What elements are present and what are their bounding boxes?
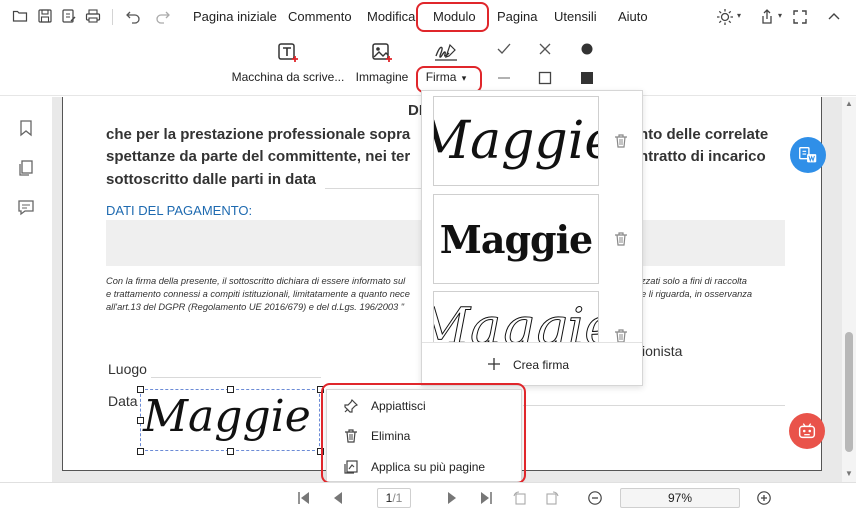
share-chevron-down-icon[interactable]: ▾ [778, 11, 782, 20]
current-page-value: 1 [385, 491, 393, 505]
luogo-underline [151, 377, 321, 378]
divider [112, 9, 113, 25]
page-number-field[interactable]: 1/1 [377, 488, 411, 508]
date-underline [325, 188, 425, 189]
previous-page-icon[interactable] [330, 490, 346, 506]
menu-bar: Pagina iniziale Commento Modifica Modulo… [0, 0, 856, 34]
image-label: Immagine [355, 70, 409, 84]
fullscreen-icon[interactable] [791, 8, 809, 26]
ribbon-toolbar: Macchina da scrive... Immagine Firma ▾ [0, 34, 856, 96]
signature-dropdown-panel: Maggie Maggie Maggie Crea firma [421, 90, 643, 386]
redo-icon[interactable] [155, 8, 171, 24]
resize-handle-w[interactable] [137, 417, 144, 424]
menu-commento[interactable]: Commento [288, 9, 352, 24]
save-icon[interactable] [37, 8, 53, 24]
convert-to-word-button[interactable] [790, 137, 826, 173]
folder-open-icon[interactable] [12, 8, 28, 24]
undo-icon[interactable] [125, 8, 141, 24]
highlight-ring-firma [416, 66, 482, 93]
doc-para-line3: sottoscritto dalle parti in data [106, 171, 317, 188]
scroll-down-arrow-icon[interactable]: ▼ [845, 469, 853, 478]
ai-assistant-button[interactable] [789, 413, 825, 449]
menu-pagina[interactable]: Pagina [497, 9, 537, 24]
privacy-line3-left: all'art.13 del DGPR (Regolamento UE 2016… [106, 302, 405, 312]
placed-signature[interactable]: Maggie [137, 386, 324, 455]
doc-para-line2: spettanze da parte del committente, nei … [106, 148, 411, 165]
cross-mark-icon[interactable] [537, 41, 553, 57]
saved-signature-1[interactable]: Maggie [433, 96, 599, 186]
saved-signature-2[interactable]: Maggie [433, 194, 599, 284]
rotate-right-icon[interactable] [544, 490, 560, 506]
delete-signature-2-trash-icon[interactable] [613, 231, 629, 247]
signature-line [523, 405, 785, 406]
typewriter-icon [277, 42, 299, 64]
zoom-in-icon[interactable] [756, 490, 772, 506]
zoom-value: 97% [667, 491, 693, 505]
rectangle-filled-icon[interactable] [579, 70, 595, 86]
placed-signature-text: Maggie [143, 391, 311, 442]
zoom-out-icon[interactable] [587, 490, 603, 506]
privacy-line1-right: zzati solo a fini di raccolta [641, 276, 747, 286]
create-signature-label: Crea firma [513, 358, 570, 372]
left-sidebar [0, 97, 52, 497]
typewriter-label: Macchina da scrive... [231, 70, 345, 84]
print-icon[interactable] [85, 8, 101, 24]
share-icon[interactable] [758, 8, 776, 26]
vertical-scrollbar[interactable]: ▲ ▼ [842, 97, 856, 482]
theme-chevron-down-icon[interactable]: ▾ [737, 11, 741, 20]
theme-sun-icon[interactable] [716, 8, 734, 26]
status-bar: 1/1 97% [0, 482, 856, 513]
last-page-icon[interactable] [478, 490, 494, 506]
scroll-up-arrow-icon[interactable]: ▲ [845, 99, 853, 108]
signature-pen-icon [433, 42, 459, 64]
total-pages: /1 [392, 491, 403, 505]
next-page-icon[interactable] [444, 490, 460, 506]
menu-modifica[interactable]: Modifica [367, 9, 415, 24]
collapse-ribbon-chevron-up-icon[interactable] [825, 8, 843, 26]
resize-handle-s[interactable] [227, 448, 234, 455]
thumbnails-icon[interactable] [17, 159, 35, 177]
resize-handle-sw[interactable] [137, 448, 144, 455]
doc-para-line2-right: ntratto di incarico [639, 148, 766, 165]
saved-signature-1-text: Maggie [434, 111, 598, 171]
highlight-ring-modulo [416, 2, 489, 32]
doc-para-line1-right: nto delle correlate [639, 126, 769, 143]
luogo-label: Luogo [108, 361, 147, 377]
resize-handle-nw[interactable] [137, 386, 144, 393]
payment-heading: DATI DEL PAGAMENTO: [106, 203, 253, 218]
typewriter-button[interactable]: Macchina da scrive... [231, 42, 345, 84]
robot-icon [798, 423, 816, 439]
menu-aiuto[interactable]: Aiuto [618, 9, 648, 24]
privacy-line1-left: Con la firma della presente, il sottoscr… [106, 276, 406, 286]
bookmark-icon[interactable] [17, 119, 35, 137]
image-icon [371, 42, 393, 64]
comment-icon[interactable] [17, 198, 35, 216]
convert-word-icon [799, 146, 817, 163]
payment-field-left[interactable] [106, 220, 422, 266]
menu-pagina-iniziale[interactable]: Pagina iniziale [193, 9, 277, 24]
rectangle-outline-icon[interactable] [537, 70, 553, 86]
saved-signature-2-text: Maggie [439, 216, 593, 262]
highlight-ring-context-menu [321, 383, 526, 484]
menu-utensili[interactable]: Utensili [554, 9, 597, 24]
payment-field-right[interactable] [641, 220, 785, 266]
privacy-line2-right: e li riguarda, in osservanza [641, 289, 753, 299]
data-label: Data [108, 393, 138, 409]
resize-handle-n[interactable] [227, 386, 234, 393]
first-page-icon[interactable] [296, 490, 312, 506]
image-button[interactable]: Immagine [352, 42, 412, 84]
save-as-icon[interactable] [61, 8, 77, 24]
scrollbar-thumb[interactable] [845, 332, 853, 452]
check-mark-icon[interactable] [496, 41, 512, 57]
delete-signature-1-trash-icon[interactable] [613, 133, 629, 149]
plus-icon [486, 356, 502, 372]
zoom-level-field[interactable]: 97% [620, 488, 740, 508]
doc-para-line1: che per la prestazione professionale sop… [106, 126, 411, 143]
line-icon[interactable] [496, 70, 512, 86]
dot-icon[interactable] [579, 41, 595, 57]
privacy-line2-left: e trattamento connessi a compiti istituz… [106, 289, 410, 299]
create-signature-button[interactable]: Crea firma [422, 342, 642, 385]
rotate-left-icon[interactable] [512, 490, 528, 506]
